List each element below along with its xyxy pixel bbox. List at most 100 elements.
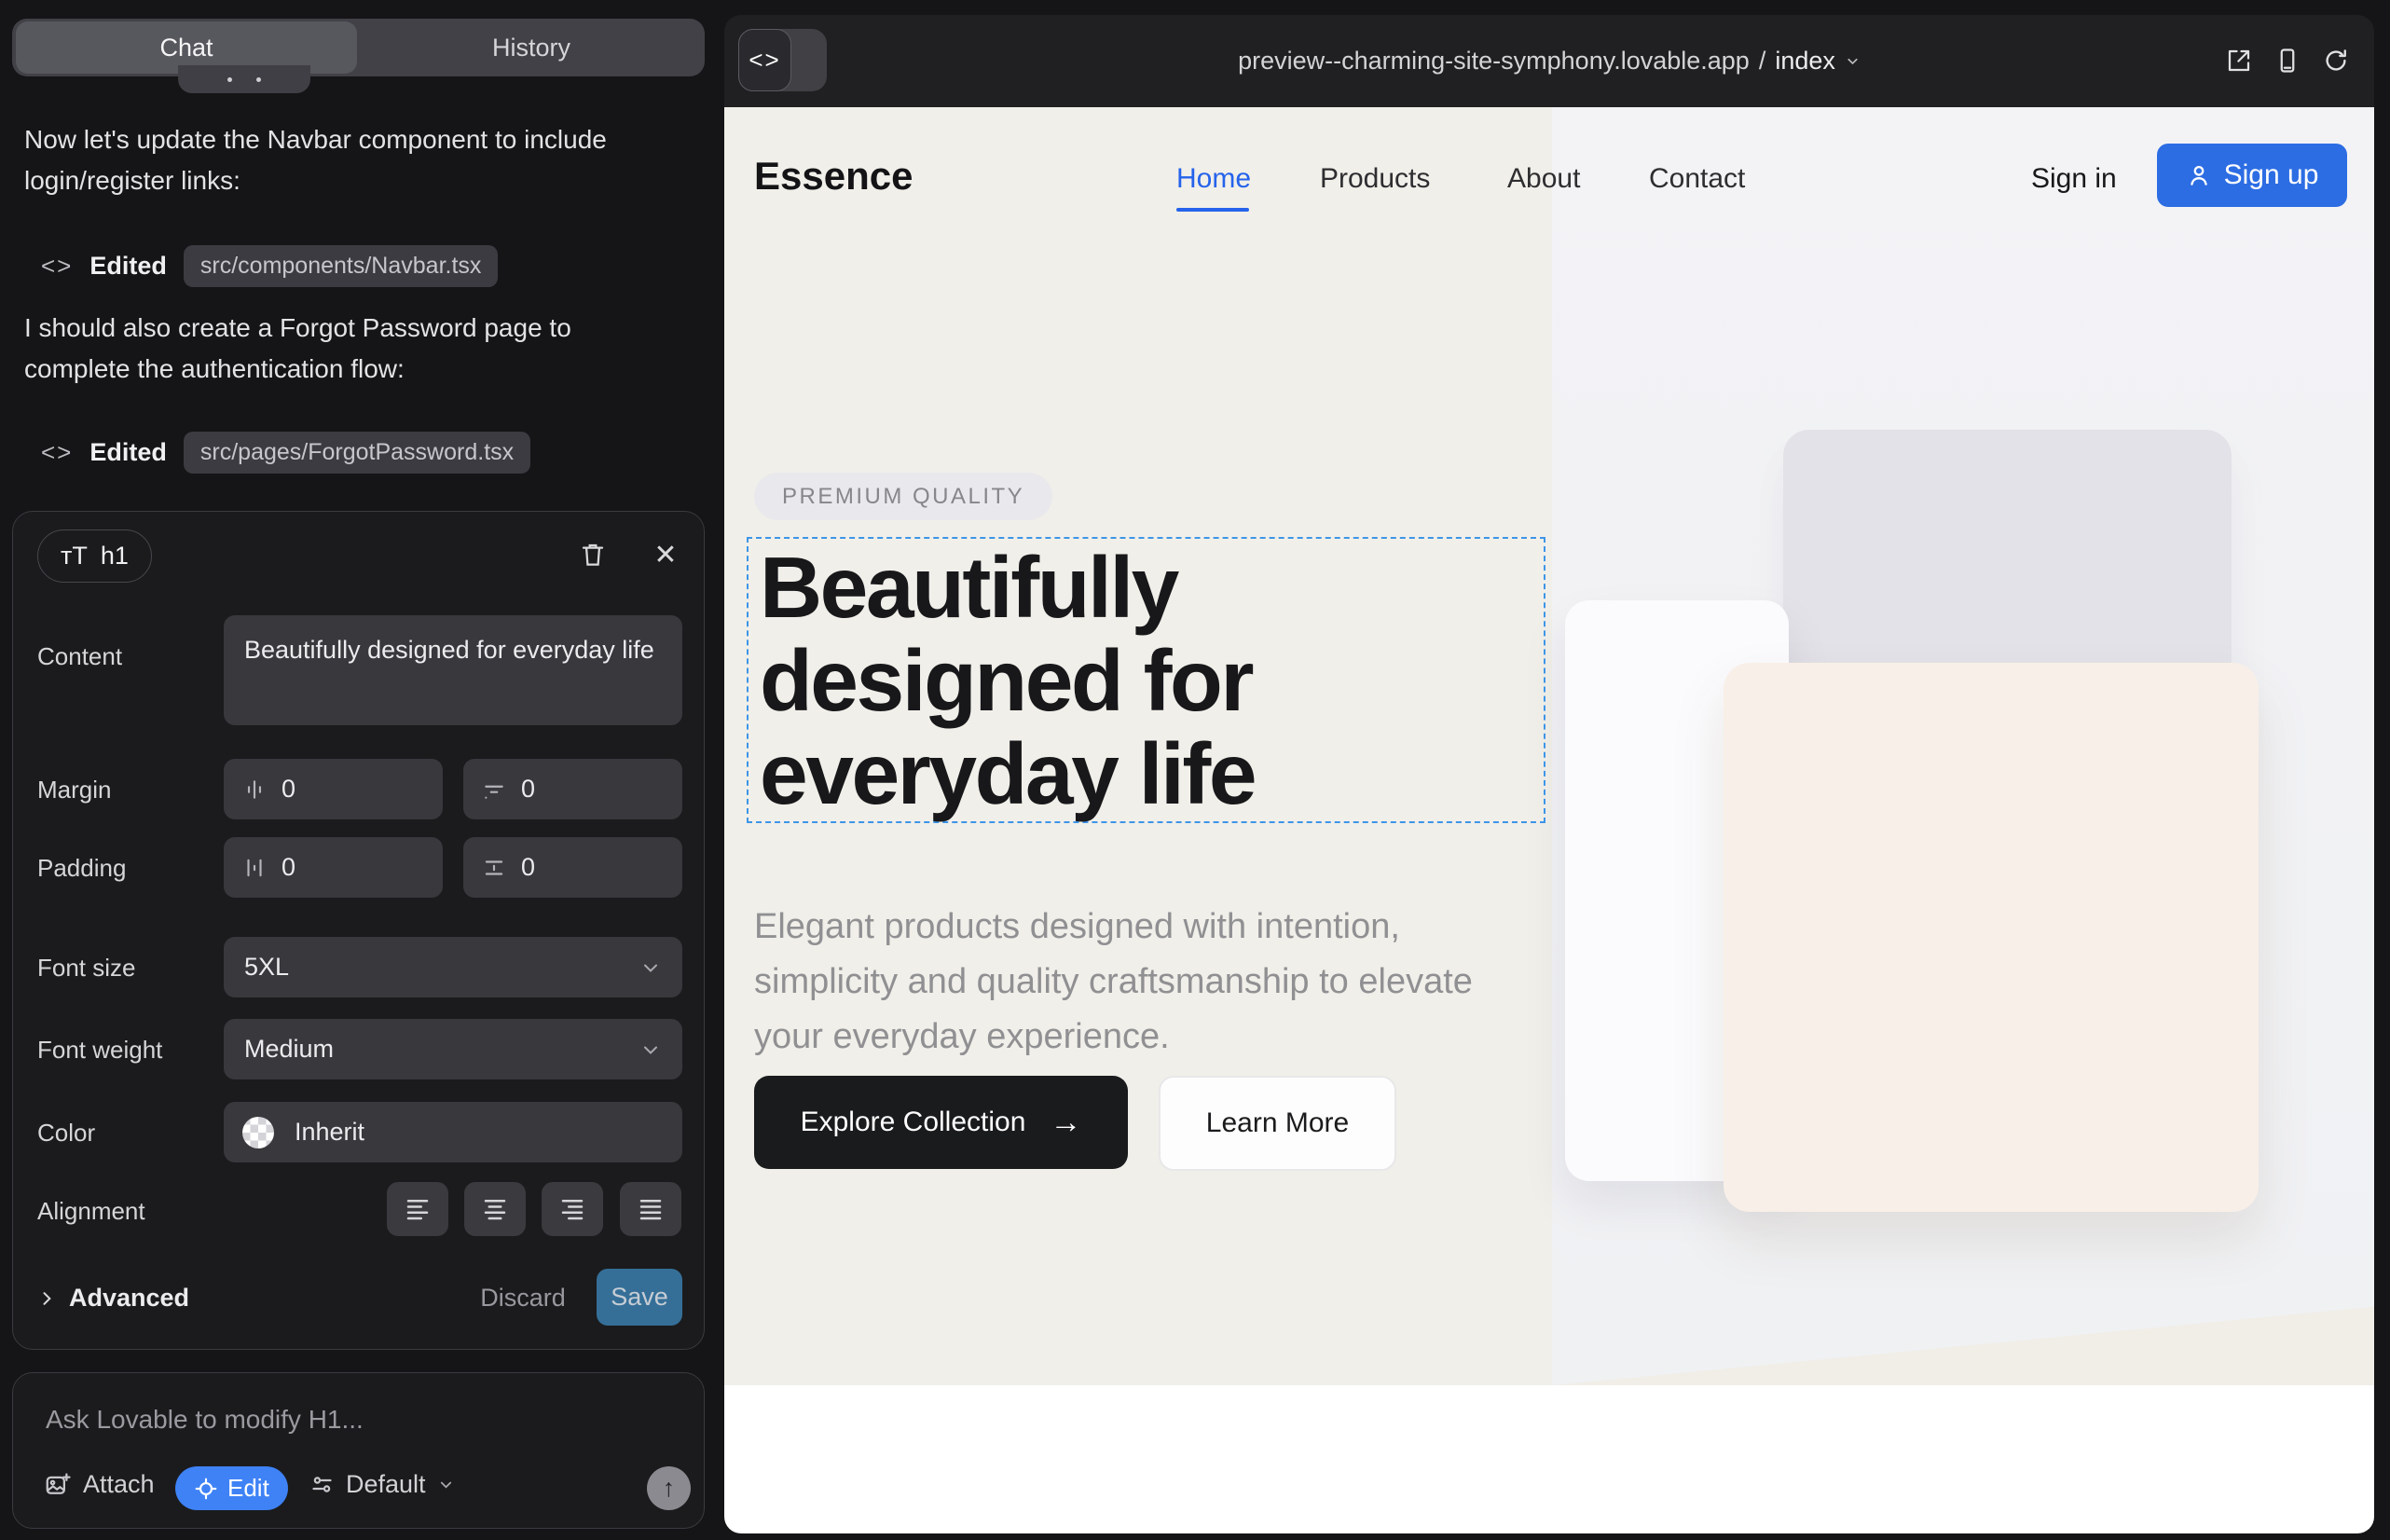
edit-mode-button[interactable]: Edit [175, 1466, 288, 1510]
chevron-right-icon [37, 1289, 56, 1308]
code-icon: <> [41, 438, 73, 467]
chat-composer: Attach Edit Default ↑ [12, 1372, 705, 1529]
chat-message: Now let's update the Navbar component to… [24, 119, 630, 201]
chat-message: I should also create a Forgot Password p… [24, 308, 658, 390]
code-toggle-button[interactable]: <> [738, 29, 791, 91]
code-preview-toggle: <> [738, 29, 827, 91]
padding-y-input[interactable]: 0 [463, 837, 682, 898]
learn-more-button[interactable]: Learn More [1159, 1076, 1396, 1171]
mobile-view-button[interactable] [2273, 47, 2301, 75]
hero-badge: PREMIUM QUALITY [754, 473, 1052, 520]
element-tag-label: h1 [101, 542, 129, 571]
chevron-down-icon [1845, 53, 1861, 69]
content-label: Content [37, 642, 122, 671]
sign-up-button[interactable]: Sign up [2157, 144, 2347, 207]
preview-url: preview--charming-site-symphony.lovable.… [1238, 47, 1750, 76]
edited-file-row: <> Edited src/components/Navbar.tsx [41, 244, 498, 287]
user-icon [2186, 162, 2212, 188]
code-icon: <> [41, 252, 73, 281]
active-nav-underline [1176, 208, 1249, 212]
mobile-icon [2273, 47, 2301, 75]
advanced-toggle[interactable]: Advanced [37, 1284, 189, 1313]
discard-button[interactable]: Discard [472, 1284, 574, 1313]
chat-sidebar: Chat History Now let's update the Navbar… [0, 0, 724, 1540]
topbar-actions [2225, 47, 2350, 75]
refresh-icon [2322, 47, 2350, 75]
nav-link-products[interactable]: Products [1320, 163, 1430, 195]
delete-element-button[interactable] [572, 534, 613, 575]
close-editor-button[interactable]: ✕ [645, 534, 686, 575]
close-icon: ✕ [653, 539, 677, 571]
arrow-right-icon: → [1050, 1105, 1081, 1141]
selected-h1-outline[interactable]: Beautifully designed for everyday life [747, 537, 1545, 823]
decor-card-cream [1724, 663, 2259, 1212]
file-chip[interactable]: src/components/Navbar.tsx [184, 245, 499, 287]
tab-history[interactable]: History [359, 19, 704, 76]
nav-link-home[interactable]: Home [1176, 163, 1251, 195]
margin-label: Margin [37, 776, 111, 804]
target-icon [194, 1477, 218, 1501]
align-left-icon [404, 1195, 432, 1223]
padding-horizontal-icon [242, 856, 267, 880]
margin-x-input[interactable]: 0 [224, 759, 443, 819]
align-left-button[interactable] [387, 1182, 448, 1236]
align-center-icon [481, 1195, 509, 1223]
preview-window: <> preview--charming-site-symphony.lovab… [724, 15, 2374, 1533]
font-weight-select[interactable]: Medium [224, 1019, 682, 1079]
attach-image-icon [44, 1471, 72, 1499]
selected-element-chip: тT h1 [37, 529, 152, 583]
padding-label: Padding [37, 854, 126, 883]
content-input[interactable]: Beautifully designed for everyday life [224, 615, 682, 725]
external-link-icon [2225, 47, 2253, 75]
nav-link-about[interactable]: About [1507, 163, 1580, 195]
align-center-button[interactable] [464, 1182, 526, 1236]
scrolled-element-remnant [178, 65, 310, 93]
align-right-icon [558, 1195, 586, 1223]
sign-in-link[interactable]: Sign in [2031, 163, 2117, 195]
edited-file-row: <> Edited src/pages/ForgotPassword.tsx [41, 431, 530, 474]
align-right-button[interactable] [542, 1182, 603, 1236]
padding-x-input[interactable]: 0 [224, 837, 443, 898]
hero-paragraph: Elegant products designed with intention… [754, 900, 1500, 1065]
arrow-up-icon: ↑ [663, 1474, 676, 1503]
text-size-icon: тT [61, 542, 88, 571]
sliders-icon [309, 1472, 335, 1497]
send-button[interactable]: ↑ [647, 1466, 691, 1510]
alignment-label: Alignment [37, 1197, 145, 1226]
chevron-down-icon [639, 1038, 662, 1061]
explore-collection-button[interactable]: Explore Collection → [754, 1076, 1128, 1169]
url-bar: preview--charming-site-symphony.lovable.… [724, 15, 2374, 107]
color-label: Color [37, 1119, 95, 1148]
align-justify-button[interactable] [620, 1182, 681, 1236]
edited-label: Edited [89, 252, 167, 281]
padding-vertical-icon [482, 856, 506, 880]
preview-topbar: <> preview--charming-site-symphony.lovab… [724, 15, 2374, 107]
trash-icon [578, 540, 608, 570]
color-swatch [242, 1117, 274, 1148]
hero-heading[interactable]: Beautifully designed for everyday life [760, 541, 1544, 820]
color-select[interactable]: Inherit [224, 1102, 682, 1162]
element-editor-panel: тT h1 ✕ Content Beautifully designed for… [12, 511, 705, 1350]
composer-input[interactable] [44, 1396, 663, 1444]
nav-link-contact[interactable]: Contact [1649, 163, 1745, 195]
margin-y-input[interactable]: 0 [463, 759, 682, 819]
font-size-label: Font size [37, 954, 136, 983]
file-chip[interactable]: src/pages/ForgotPassword.tsx [184, 432, 530, 474]
font-size-select[interactable]: 5XL [224, 937, 682, 997]
chevron-down-icon [437, 1476, 455, 1493]
save-button[interactable]: Save [597, 1269, 682, 1326]
margin-horizontal-icon [242, 777, 267, 802]
site-preview: Essence Home Products About Contact Sign… [724, 107, 2374, 1533]
attach-button[interactable]: Attach [44, 1470, 155, 1499]
site-logo[interactable]: Essence [754, 154, 913, 199]
refresh-button[interactable] [2322, 47, 2350, 75]
mode-select[interactable]: Default [309, 1470, 455, 1499]
chevron-down-icon [639, 956, 662, 979]
tab-bar: Chat History [12, 19, 705, 76]
font-weight-label: Font weight [37, 1036, 162, 1065]
page-selector[interactable]: index [1775, 47, 1835, 76]
margin-vertical-icon [482, 777, 506, 802]
url-separator: / [1759, 47, 1766, 76]
open-external-button[interactable] [2225, 47, 2253, 75]
align-justify-icon [637, 1195, 665, 1223]
